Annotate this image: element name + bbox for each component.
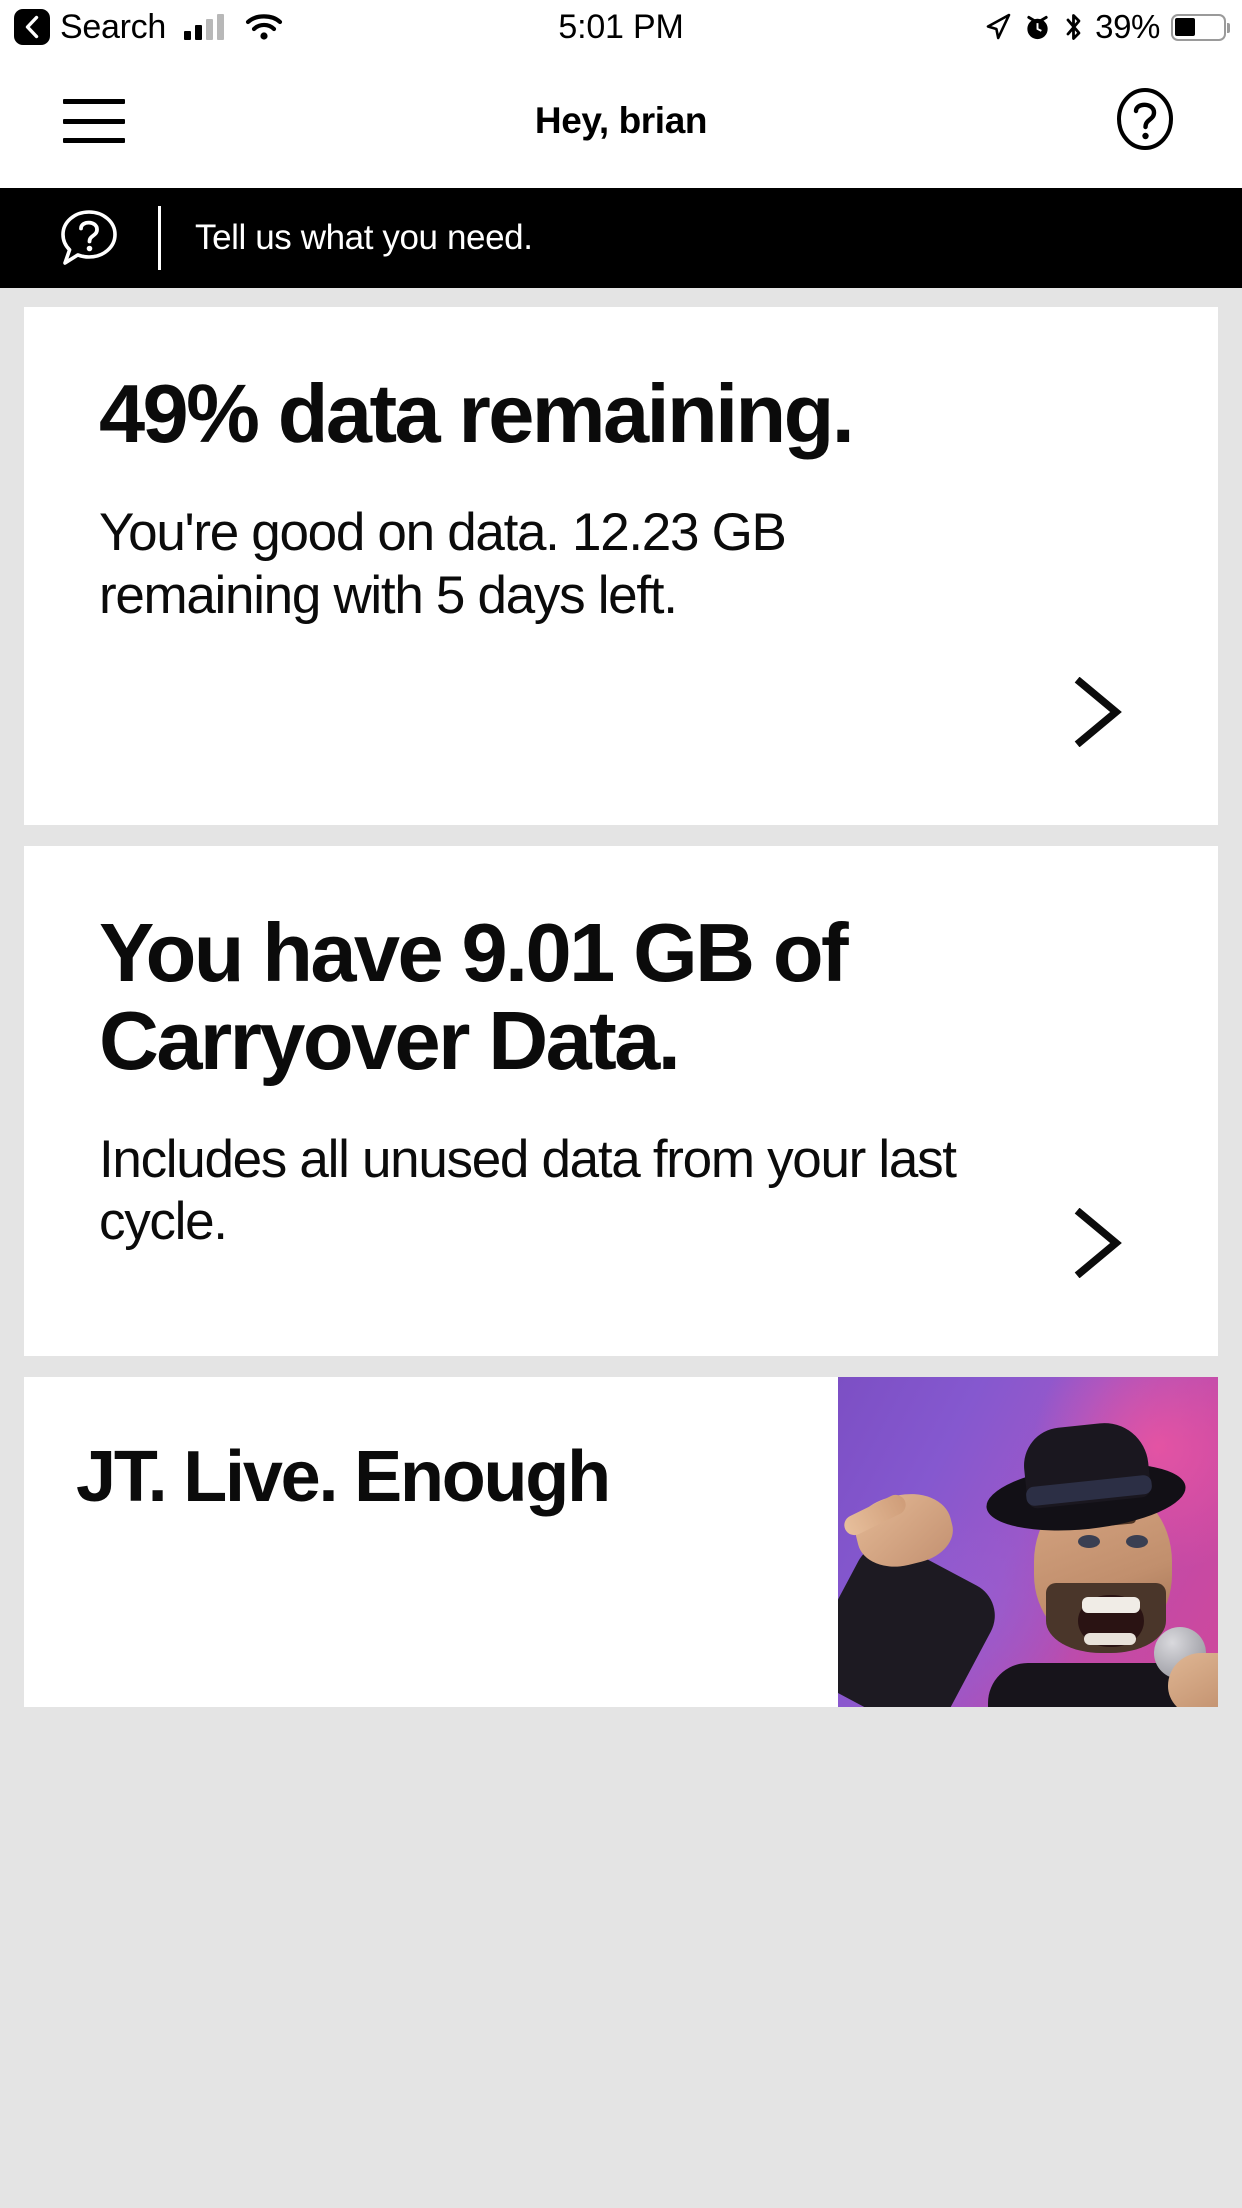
support-banner[interactable]: Tell us what you need.	[0, 188, 1242, 288]
alarm-clock-icon	[1027, 15, 1048, 40]
battery-percent: 39%	[1095, 8, 1160, 45]
location-arrow-icon	[986, 13, 1011, 40]
card-body: You're good on data. 12.23 GB remaining …	[99, 502, 787, 625]
back-to-search-button[interactable]	[14, 9, 50, 45]
help-circle-icon[interactable]	[1112, 88, 1178, 154]
promo-text-area: JT. Live. Enough	[24, 1377, 838, 1707]
promo-heading: JT. Live. Enough	[76, 1437, 611, 1517]
status-bar: Search 5:01 PM 39%	[0, 0, 1242, 54]
chevron-left-icon	[25, 15, 39, 39]
cellular-signal-icon	[183, 14, 224, 40]
battery-icon	[1171, 13, 1230, 41]
card-heading: You have 9.01 GB of Carryover Data.	[99, 906, 849, 1087]
promo-image	[838, 1377, 1218, 1707]
back-label: Search	[60, 7, 166, 46]
chevron-right-icon[interactable]	[1068, 1208, 1130, 1278]
card-content: 49% data remaining. You're good on data.…	[24, 307, 1218, 627]
data-remaining-card[interactable]: 49% data remaining. You're good on data.…	[24, 307, 1218, 825]
status-bar-left: Search	[0, 8, 284, 47]
page-title: Hey, brian	[534, 100, 708, 141]
banner-divider	[158, 206, 161, 270]
carryover-data-card[interactable]: You have 9.01 GB of Carryover Data. Incl…	[24, 846, 1218, 1356]
clock-time: 5:01 PM	[558, 7, 684, 46]
wifi-icon	[245, 14, 283, 40]
app-header: Hey, brian	[0, 54, 1242, 188]
jt-live-promo-card[interactable]: JT. Live. Enough	[24, 1377, 1218, 1707]
status-bar-right: 39%	[984, 0, 1230, 54]
chevron-right-icon[interactable]	[1068, 677, 1130, 747]
chat-help-bubble-icon	[58, 207, 120, 269]
card-heading: 49% data remaining.	[99, 367, 855, 460]
bluetooth-icon	[1066, 14, 1081, 40]
card-content: You have 9.01 GB of Carryover Data. Incl…	[24, 846, 1218, 1254]
card-body: Includes all unused data from your last …	[99, 1129, 957, 1252]
main-content: 49% data remaining. You're good on data.…	[0, 288, 1242, 2208]
banner-label: Tell us what you need.	[195, 218, 533, 257]
performer-figure	[838, 1377, 1218, 1707]
